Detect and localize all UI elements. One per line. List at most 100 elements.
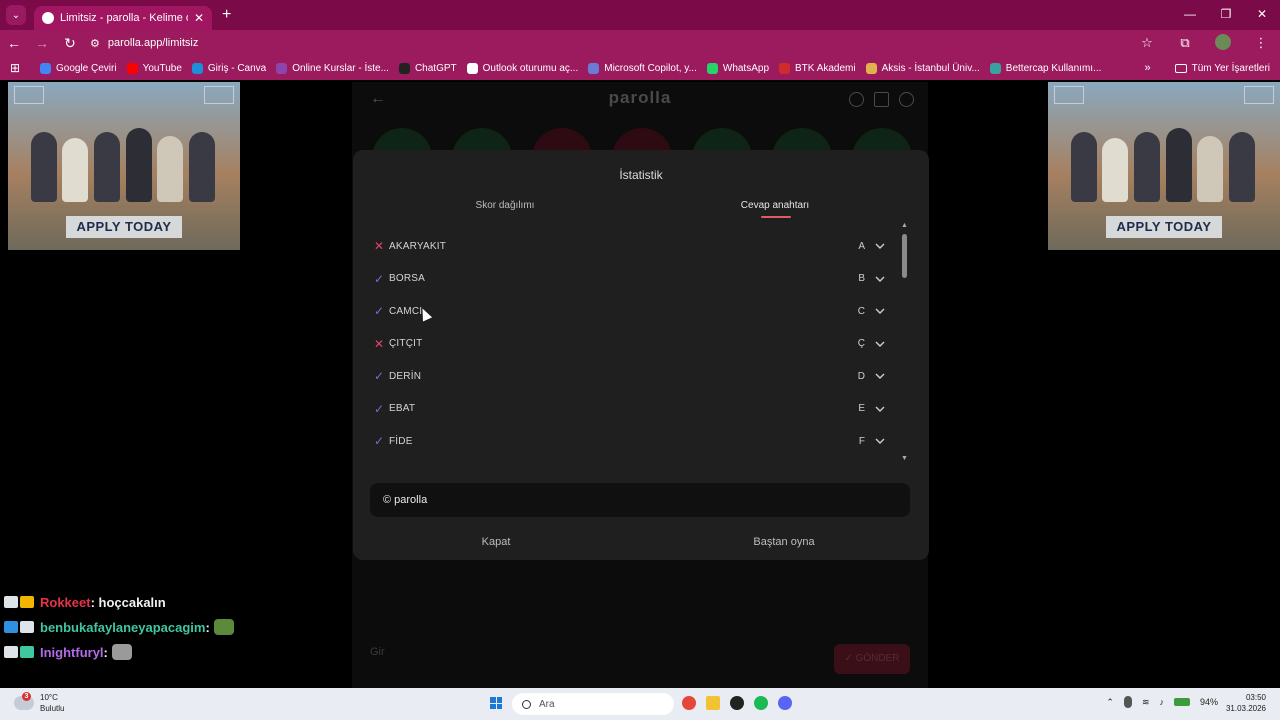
bookmark-item[interactable]: BTK Akademi (779, 62, 856, 74)
battery-icon[interactable] (1173, 698, 1190, 706)
show-hidden-icons[interactable]: ⌃ (1106, 697, 1114, 708)
reload-icon[interactable]: ↻ (56, 35, 84, 52)
bookmark-item[interactable]: Google Çeviri (40, 62, 117, 74)
chevron-down-icon[interactable] (873, 272, 887, 286)
chat-username[interactable]: Rokkeet (40, 595, 91, 610)
site-settings-icon[interactable]: ⚙ (90, 37, 100, 50)
bookmark-item[interactable]: Online Kurslar - İste... (276, 62, 389, 74)
replay-button[interactable]: Baştan oyna (684, 536, 884, 548)
bookmark-item[interactable]: ChatGPT (398, 62, 457, 74)
profile-avatar[interactable] (1204, 33, 1242, 53)
tab-search-button[interactable]: ⌄ (6, 5, 26, 25)
answer-row[interactable]: ✕ ÇITÇIT Ç (371, 328, 891, 360)
check-icon: ✓ (373, 401, 385, 416)
active-tab[interactable]: Limitsiz - parolla - Kelime oyunu ✕ (34, 6, 212, 30)
apply-today-button[interactable]: APPLY TODAY (66, 216, 182, 238)
apps-grid-icon[interactable]: ⊞ (0, 61, 30, 75)
profile-icon[interactable] (899, 92, 914, 107)
bookmark-item[interactable]: Microsoft Copilot, y... (588, 62, 697, 74)
scroll-down-icon[interactable]: ▼ (901, 455, 908, 462)
back-arrow-icon[interactable]: ← (0, 35, 28, 51)
chevron-down-icon[interactable] (873, 369, 887, 383)
chat-badge-icon (20, 621, 34, 633)
all-bookmarks-link[interactable]: Tüm Yer İşaretleri (1192, 63, 1270, 74)
stats-icon[interactable] (874, 92, 889, 107)
forward-arrow-icon[interactable]: → (28, 35, 56, 51)
bookmark-favicon-icon (40, 62, 51, 74)
chat-text: : (103, 644, 108, 660)
tab-close-icon[interactable]: ✕ (194, 11, 204, 25)
close-button[interactable]: Kapat (396, 536, 596, 548)
bookmark-item[interactable]: WhatsApp (706, 62, 769, 74)
info-icon[interactable] (849, 92, 864, 107)
more-bookmarks-icon[interactable]: » (1145, 62, 1151, 74)
answer-row[interactable]: ✓ EBAT E (371, 393, 891, 425)
clock[interactable]: 03:50 31.03.2026 (1226, 692, 1266, 714)
chat-emote-icon (111, 644, 132, 660)
new-tab-button[interactable]: + (222, 6, 231, 24)
answer-list-scrollbar[interactable]: ▲ ▼ (901, 222, 909, 462)
answer-row[interactable]: ✕ AKARYAKIT A (371, 230, 891, 262)
extensions-icon[interactable]: ⧉ (1166, 35, 1204, 51)
chat-username[interactable]: benbukafaylaneyapacagim (40, 620, 205, 635)
answer-row[interactable]: ✓ CAMCI C (371, 295, 891, 327)
chevron-down-icon[interactable] (873, 434, 887, 448)
url-text[interactable]: parolla.app/limitsiz (108, 37, 198, 49)
bookmark-star-icon[interactable]: ☆ (1128, 35, 1166, 51)
bookmark-item[interactable]: Bettercap Kullanımı... (989, 62, 1101, 74)
tab-score-distribution[interactable]: Skor dağılımı (415, 200, 595, 211)
minimize-button[interactable]: — (1172, 0, 1208, 28)
microphone-icon[interactable] (1123, 696, 1132, 708)
partner-logo (1244, 86, 1274, 104)
apply-today-button[interactable]: APPLY TODAY (1106, 216, 1222, 238)
right-ad-banner[interactable]: APPLY TODAY (1048, 82, 1280, 250)
chevron-down-icon[interactable] (873, 402, 887, 416)
weather-widget[interactable]: 3 10°C Bulutlu (14, 692, 64, 714)
bookmark-item[interactable]: Outlook oturumu aç... (466, 62, 578, 74)
bookmark-item[interactable]: YouTube (126, 62, 182, 74)
answer-row[interactable]: ✓ FİDE F (371, 425, 891, 457)
chat-badge-icon (4, 621, 18, 633)
system-tray: ⌃ ≋ ♪ 94% (1106, 696, 1218, 708)
windows-taskbar: 3 10°C Bulutlu Ara ⌃ ≋ ♪ 94% 03:50 31.03… (0, 688, 1280, 720)
answer-row[interactable]: ✓ DERİN D (371, 360, 891, 392)
bookmark-item[interactable]: Giriş - Canva (191, 62, 266, 74)
chevron-down-icon[interactable] (873, 304, 887, 318)
bookmarks-bar: ⊞ Google Çeviri YouTube Giriş - Canva Onlin… (0, 56, 1280, 80)
chevron-down-icon[interactable] (873, 239, 887, 253)
spotify-icon[interactable] (754, 696, 768, 710)
answer-word: BORSA (389, 273, 426, 284)
address-field[interactable]: ⚙ parolla.app/limitsiz (90, 37, 198, 50)
answer-input[interactable]: Gir (370, 646, 385, 658)
windows-start-icon[interactable] (490, 697, 502, 709)
maximize-button[interactable]: ❐ (1208, 0, 1244, 28)
browser-menu-icon[interactable]: ⋮ (1242, 35, 1280, 51)
answer-row[interactable]: ✓ BORSA B (371, 263, 891, 295)
answer-letter: F (858, 435, 865, 447)
answer-letter: B (858, 273, 865, 284)
volume-icon[interactable]: ♪ (1159, 697, 1164, 707)
answer-letter: D (857, 370, 865, 382)
answer-word: AKARYAKIT (389, 240, 447, 252)
taskbar-search-input[interactable]: Ara (512, 693, 674, 715)
chat-username[interactable]: Inightfuryl (40, 645, 104, 660)
discord-icon[interactable] (778, 696, 792, 710)
chevron-down-icon[interactable] (873, 337, 887, 351)
close-window-button[interactable]: ✕ (1244, 0, 1280, 28)
chat-badge-icon (4, 646, 18, 658)
wifi-icon[interactable]: ≋ (1142, 697, 1150, 708)
file-explorer-icon[interactable] (706, 696, 720, 710)
send-button[interactable]: ✓ GÖNDER (834, 644, 910, 674)
scroll-up-icon[interactable]: ▲ (901, 222, 908, 229)
bookmark-favicon-icon (126, 62, 138, 74)
tab-answer-key[interactable]: Cevap anahtarı (685, 200, 865, 211)
left-ad-banner[interactable]: APPLY TODAY (8, 82, 240, 250)
bookmark-favicon-icon (276, 62, 288, 74)
bookmark-item[interactable]: Aksis - İstanbul Üniv... (865, 62, 980, 74)
scroll-thumb[interactable] (902, 234, 907, 278)
chat-message: Rokkeet: hoçcakalın (4, 592, 166, 612)
bookmark-label: Google Çeviri (56, 62, 117, 74)
obs-icon[interactable] (730, 696, 744, 710)
parolla-favicon-icon (42, 12, 54, 24)
chrome-icon[interactable] (682, 696, 696, 710)
